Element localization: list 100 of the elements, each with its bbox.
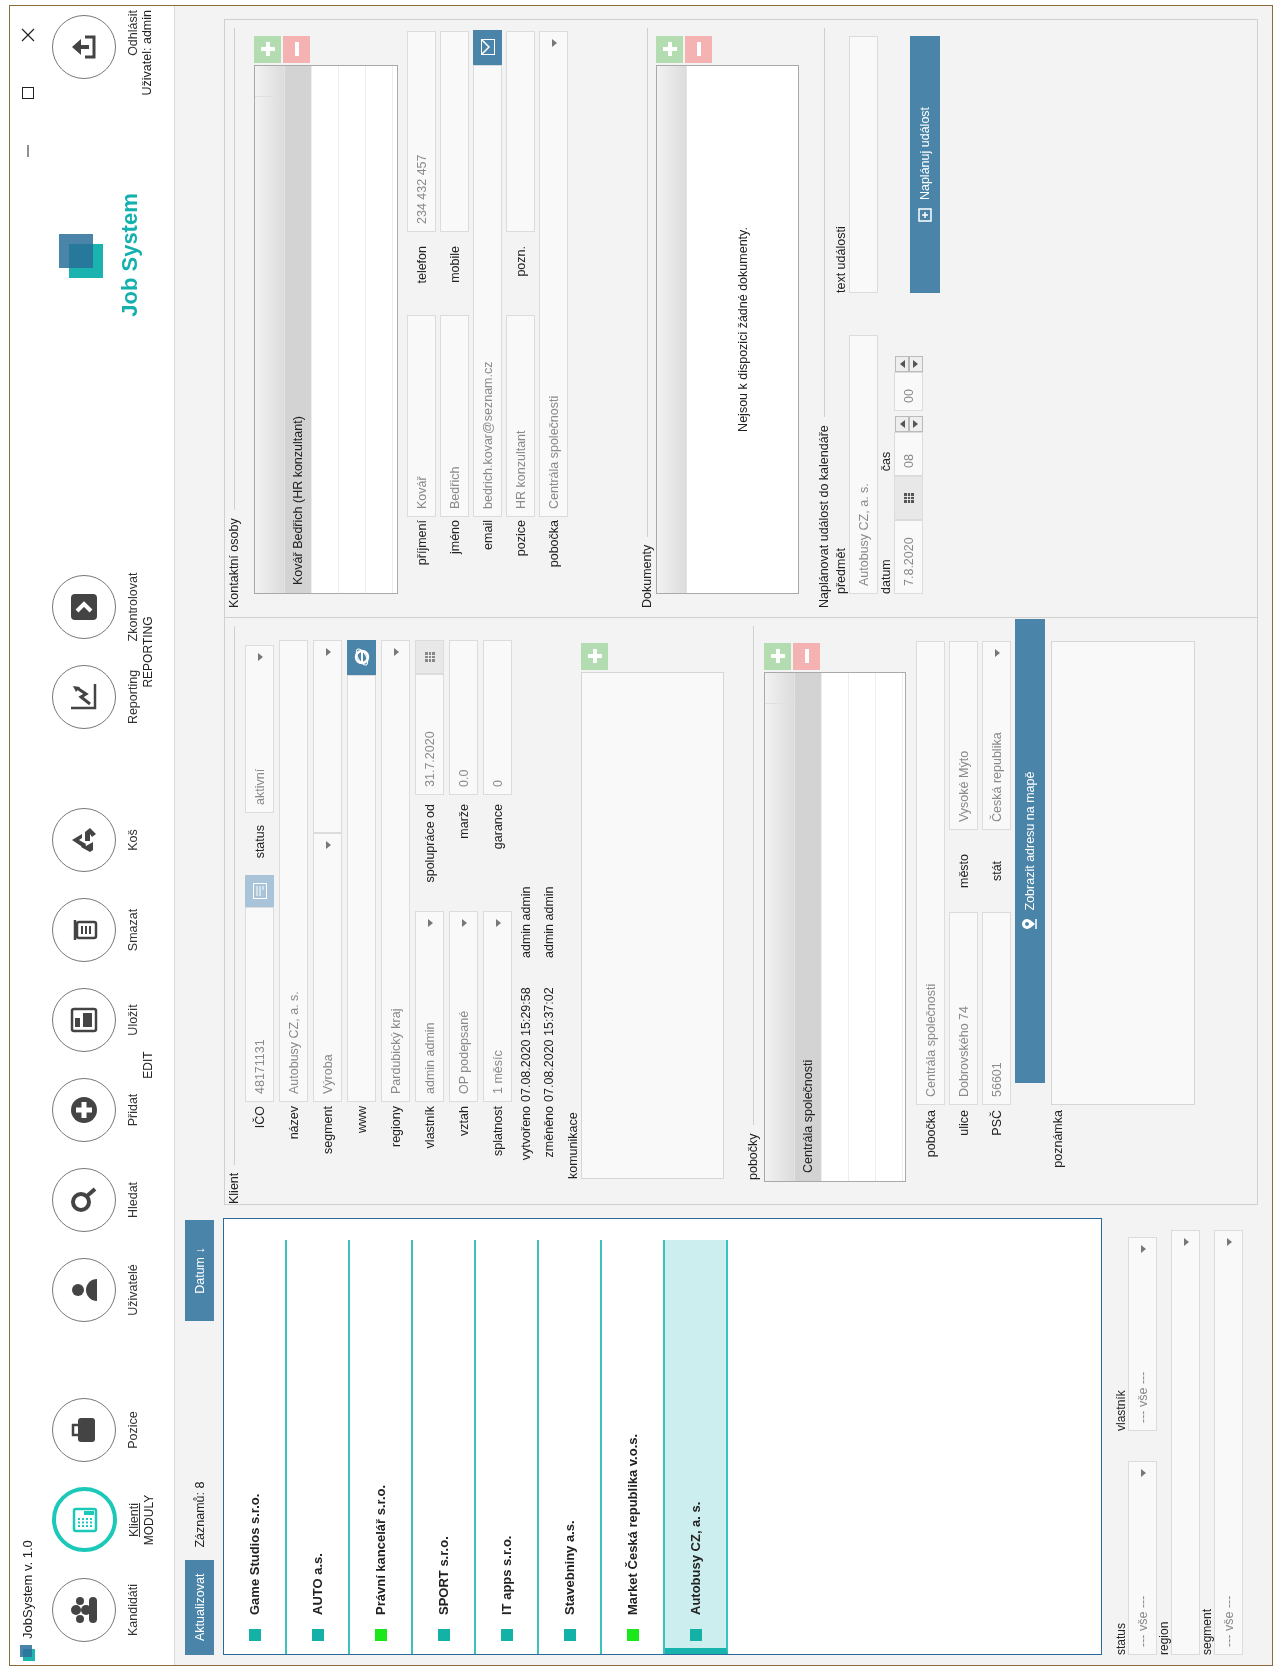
calendar-icon [423,651,436,663]
browser-button[interactable] [347,640,376,675]
people-icon [68,1594,100,1626]
list-item[interactable]: Stavebniny a.s. [539,1240,602,1654]
list-item[interactable]: Game Studios s.r.o. [224,1240,287,1654]
client-name: Právní kancelář s.r.o. [373,1484,388,1615]
input-field[interactable]: 31.7.2020 [415,674,444,795]
field-label: čas [878,451,894,472]
field-label: datum [878,559,894,594]
toolbar-button[interactable]: Hledat [45,1155,140,1245]
user-name: admin admin [519,886,533,958]
minus-icon [294,42,299,57]
input-field[interactable]: 234 432 457 [407,31,436,232]
input-field[interactable]: 0 [483,640,512,795]
field-label: vlastník [422,1106,437,1151]
input-field[interactable] [440,31,469,232]
spinner-icon[interactable] [894,416,923,432]
add-button[interactable] [254,36,281,63]
add-button[interactable] [581,643,608,670]
maximize-icon[interactable] [21,87,34,99]
input-field[interactable]: Kovář [407,315,436,517]
input-field[interactable] [849,36,878,293]
caret-icon [1181,1238,1190,1246]
input-field[interactable]: HR konzultant [506,315,535,517]
section-title: Naplánovat událost do kalendáře [817,425,831,608]
toolbar-button[interactable]: Smazat [45,885,140,975]
toolbar-button[interactable]: Zkontrolovat [45,562,140,652]
sort-button[interactable]: Datum ↓ [185,1220,214,1321]
dropdown[interactable]: OP podepsané [449,911,478,1102]
dropdown[interactable]: --- vše --- [1128,1237,1157,1431]
note-field[interactable] [1051,641,1195,1105]
toolbar-button[interactable]: Klienti [45,1475,141,1565]
list-item[interactable]: SPORT s.r.o. [413,1240,476,1654]
toolbar-button[interactable]: Uložit [45,975,140,1065]
add-button[interactable] [764,643,791,670]
dropdown[interactable] [313,640,342,833]
toolbar-button[interactable]: Kandidáti [45,1565,141,1655]
dropdown[interactable]: --- vše --- [1214,1230,1243,1655]
dropdown[interactable] [1171,1230,1200,1655]
list-item[interactable]: Právní kancelář s.r.o. [350,1240,413,1654]
toolbar-button[interactable]: Přidat [45,1065,140,1155]
input-field[interactable]: bedrich.kovar@seznam.cz [473,65,502,517]
caret-icon [255,653,264,661]
dropdown[interactable]: Pardubický kraj [381,640,410,1102]
record-count: Záznamů: 8 [192,1481,207,1548]
map-button[interactable]: Zobrazit adresu na mapě [1015,619,1045,1083]
refresh-button[interactable]: Aktualizovat [185,1559,214,1655]
table-row[interactable]: Centrála společnosti [795,673,822,1181]
input-field[interactable] [347,675,376,1102]
caret-icon [992,649,1001,657]
input-field[interactable]: 7.8.2020 [894,520,923,594]
client-name: Stavebniny a.s. [562,1520,577,1615]
input-field[interactable]: 00 [894,372,923,411]
list-item[interactable]: Autobusy CZ, a. s. [665,1240,728,1654]
input-field[interactable]: 56601 [982,912,1011,1105]
toolbar-button[interactable]: Koš [45,795,140,885]
input-field[interactable]: Bedřich [440,315,469,517]
dropdown[interactable]: Výroba [313,833,342,1102]
dropdown[interactable]: --- vše --- [1128,1461,1157,1655]
spinner-icon[interactable] [894,356,923,372]
plus-icon [68,1094,100,1126]
remove-button[interactable] [283,36,310,63]
add-button[interactable] [656,36,683,63]
toolbar-button[interactable]: Pozice [45,1385,141,1475]
remove-button[interactable] [793,643,820,670]
table-row[interactable]: Kovář Bedřich (HR konzultant) [285,66,312,593]
input-field[interactable]: 48171131 [245,907,274,1102]
dropdown[interactable]: Česká republika [982,641,1011,830]
input-field[interactable]: Vysoké Mýto [949,641,978,830]
input-field[interactable]: 0.0 [449,640,478,795]
minus-icon [696,42,701,57]
dropdown[interactable]: aktivní [245,645,274,813]
dropdown[interactable]: 1 měsíc [483,911,512,1102]
calendar-button[interactable] [415,640,444,674]
toolbar-button[interactable]: Uživatelé [45,1245,140,1335]
schedule-button[interactable]: Naplánuj událost [910,36,940,293]
logo-icon [59,232,105,278]
toolbar-button[interactable]: Reporting [45,652,140,742]
input-field[interactable] [506,31,535,232]
close-icon[interactable] [20,28,35,42]
card-button[interactable] [245,875,274,907]
dropdown[interactable]: Centrála společnosti [539,31,568,517]
remove-button[interactable] [685,36,712,63]
input-field[interactable]: Centrála společnosti [916,641,945,1105]
browser-icon [352,648,371,667]
pin-icon [1022,918,1038,931]
input-field[interactable]: Autobusy CZ, a. s. [279,640,308,1102]
input-field[interactable]: Autobusy CZ, a. s. [849,335,878,594]
list-item[interactable]: AUTO a.s. [287,1240,350,1654]
field-label: komunikace [566,1112,580,1179]
list-item[interactable]: IT apps s.r.o. [476,1240,539,1654]
calendar-icon [902,492,915,504]
field-label: název [286,1106,301,1142]
input-field[interactable]: Dobrovského 74 [949,912,978,1105]
calendar-button[interactable] [894,476,923,520]
calendar-plus-icon [918,208,932,223]
input-field[interactable]: 08 [894,432,923,476]
field-label: pozn. [513,245,528,279]
mail-button[interactable] [473,30,502,65]
dropdown[interactable]: admin admin [415,911,444,1102]
